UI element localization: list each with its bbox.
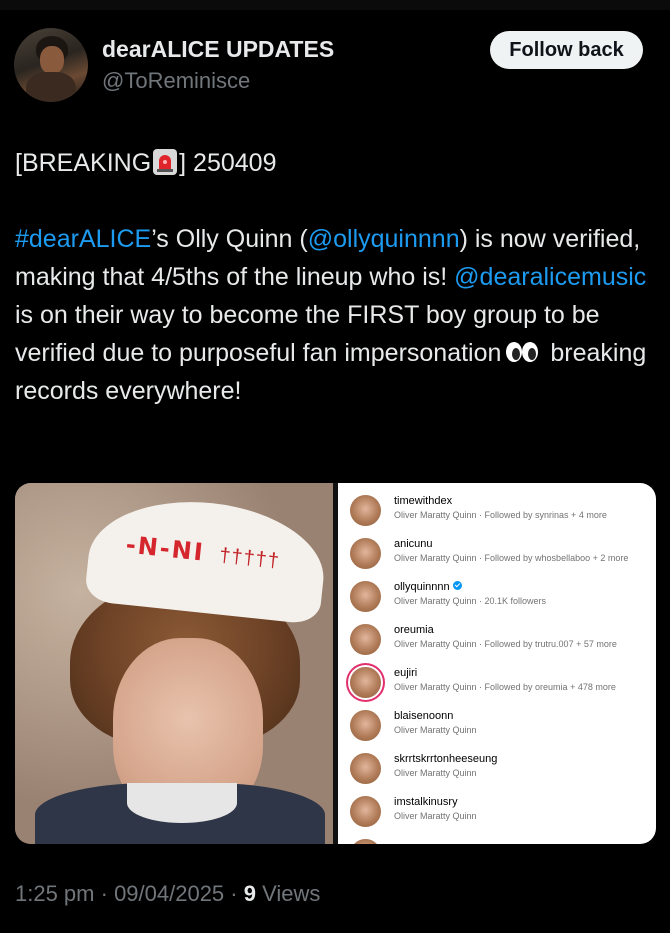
breaking-label: [BREAKING	[15, 149, 152, 177]
list-item: oreumia Oliver Maratty Quinn · Followed …	[338, 620, 656, 660]
list-item: blaisenoonn Oliver Maratty Quinn	[338, 706, 656, 746]
hat-palm-trees: †††††	[218, 544, 281, 573]
account-avatar	[350, 624, 381, 655]
avatar[interactable]	[14, 28, 88, 102]
account-subtitle: Oliver Maratty Quinn · Followed by whosb…	[394, 553, 629, 563]
account-subtitle: Oliver Maratty Quinn	[394, 811, 477, 821]
hat-logo-text: -N-NI	[124, 530, 207, 567]
account-avatar	[350, 839, 381, 844]
list-item: anicunu Oliver Maratty Quinn · Followed …	[338, 534, 656, 574]
account-subtitle: Oliver Maratty Quinn	[394, 768, 477, 778]
list-item: timewithdex Oliver Maratty Quinn · Follo…	[338, 491, 656, 531]
list-item-partial	[338, 835, 656, 844]
list-item: ollyquinnnn Oliver Maratty Quinn · 20.1K…	[338, 577, 656, 617]
avatar-face	[40, 46, 64, 74]
account-avatar	[350, 581, 381, 612]
separator: ·	[224, 881, 244, 906]
list-item: eujiri Oliver Maratty Quinn · Followed b…	[338, 663, 656, 703]
account-subtitle: Oliver Maratty Quinn · 20.1K followers	[394, 596, 547, 606]
user-handle[interactable]: @ToReminisce	[102, 68, 250, 94]
account-avatar	[350, 495, 381, 526]
separator: ·	[94, 881, 115, 906]
account-username: anicunu	[394, 538, 433, 550]
account-username: blaisenoonn	[394, 710, 454, 722]
mention-link-dearalicemusic[interactable]: @dearalicemusic	[454, 263, 646, 291]
tweet-text: [BREAKING ] 250409 #dearALICE’s Olly Quin…	[15, 144, 655, 410]
follow-back-button[interactable]: Follow back	[490, 31, 643, 69]
mention-link-ollyquinnnn[interactable]: @ollyquinnnn	[308, 225, 460, 253]
account-search-screenshot[interactable]: timewithdex Oliver Maratty Quinn · Follo…	[338, 483, 656, 844]
tweet-body: #dearALICE’s Olly Quinn (@ollyquinnnn) i…	[15, 220, 655, 410]
account-avatar	[350, 710, 381, 741]
account-avatar	[350, 796, 381, 827]
media-attachment[interactable]: -N-NI ††††† timewithdex Oliver Maratty Q…	[15, 483, 656, 844]
account-username: imstalkinusry	[394, 796, 458, 808]
account-avatar-story-ring	[350, 667, 381, 698]
collar	[127, 783, 237, 823]
display-name[interactable]: dearALICE UPDATES	[102, 36, 334, 63]
account-username: ollyquinnnn	[394, 581, 462, 593]
hashtag-link[interactable]: #dearALICE	[15, 225, 151, 253]
views-label: Views	[255, 881, 321, 906]
account-username: skrrtskrrtonheeseung	[394, 753, 498, 765]
tweet-time[interactable]: 1:25 pm	[15, 881, 95, 906]
eyes-emoji-icon	[506, 342, 539, 362]
selfie-photo[interactable]: -N-NI †††††	[15, 483, 333, 844]
body-text-1: ’s Olly Quinn (	[151, 225, 308, 253]
account-subtitle: Oliver Maratty Quinn · Followed by oreum…	[394, 682, 616, 692]
account-avatar	[350, 753, 381, 784]
account-subtitle: Oliver Maratty Quinn	[394, 725, 477, 735]
list-item: skrrtskrrtonheeseung Oliver Maratty Quin…	[338, 749, 656, 789]
account-avatar	[350, 538, 381, 569]
siren-emoji-icon	[153, 149, 178, 175]
account-username: timewithdex	[394, 495, 453, 507]
breaking-date: ] 250409	[179, 149, 277, 177]
tweet-date[interactable]: 09/04/2025	[114, 881, 224, 906]
views-count: 9	[243, 881, 256, 906]
verified-badge-icon	[452, 581, 462, 590]
account-subtitle: Oliver Maratty Quinn · Followed by synri…	[394, 510, 607, 520]
top-bar	[0, 0, 670, 10]
tweet-meta: 1:25 pm · 09/04/2025 · 9 Views	[15, 881, 320, 907]
account-username: eujiri	[394, 667, 418, 679]
breaking-line: [BREAKING ] 250409	[15, 144, 655, 182]
list-item: imstalkinusry Oliver Maratty Quinn	[338, 792, 656, 832]
account-username: oreumia	[394, 624, 434, 636]
avatar-body	[26, 72, 76, 102]
account-subtitle: Oliver Maratty Quinn · Followed by trutr…	[394, 639, 617, 649]
